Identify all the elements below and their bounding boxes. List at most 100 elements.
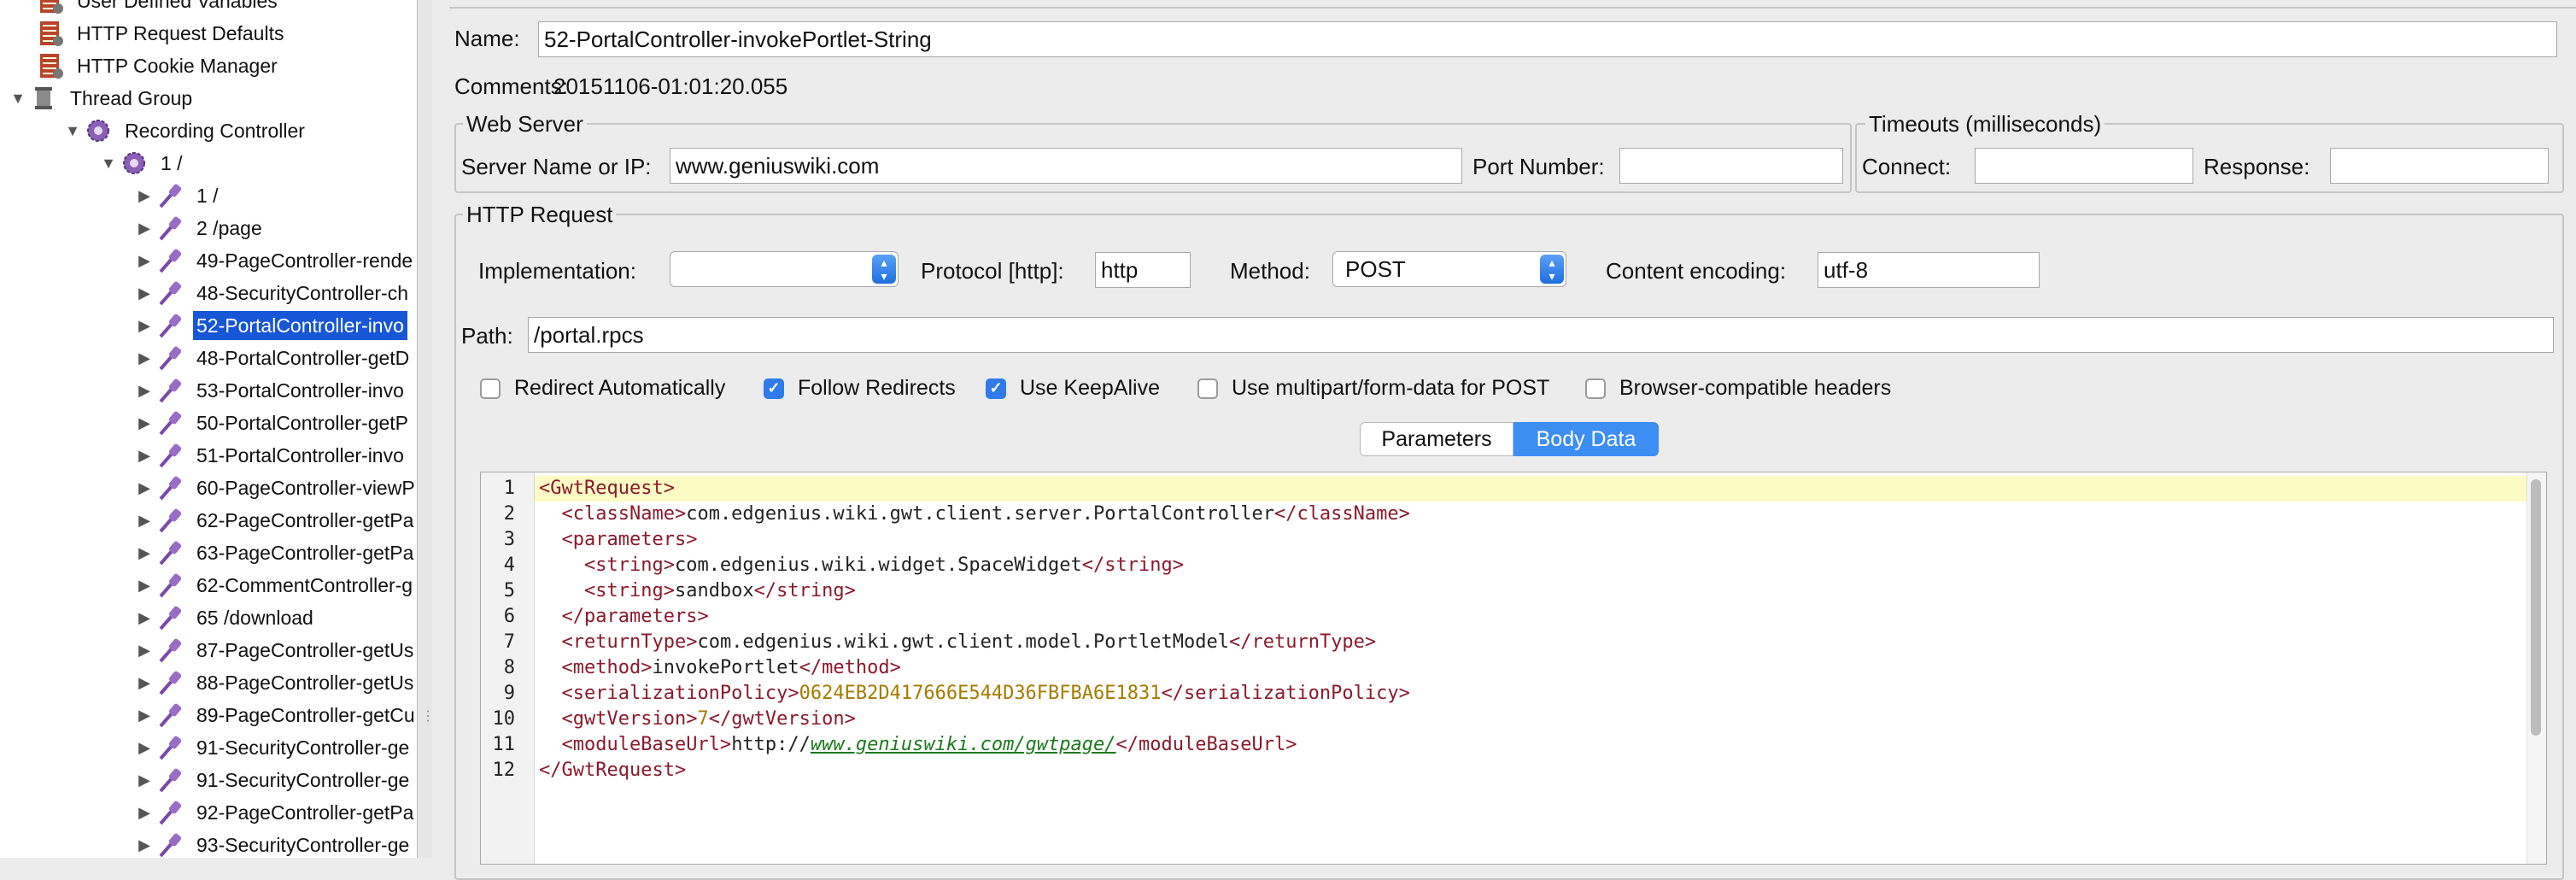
tree-item[interactable]: ▶ 52-PortalController-invo <box>133 311 407 340</box>
collapse-arrow-icon[interactable]: ▶ <box>133 798 155 827</box>
tree-item[interactable]: ▶ 63-PageController-getPa <box>133 538 417 567</box>
tab-parameters[interactable]: Parameters <box>1360 422 1513 456</box>
collapse-arrow-icon[interactable]: ▶ <box>133 408 155 437</box>
code-line: </GwtRequest> <box>539 758 686 783</box>
tree-item[interactable]: ▶ 49-PageController-rende <box>133 246 416 275</box>
tree-item[interactable]: ▼ 1 / <box>97 149 186 178</box>
option-checkbox[interactable]: Use multipart/form-data for POST <box>1197 376 1549 401</box>
expand-arrow-icon[interactable]: ▼ <box>97 149 120 178</box>
tree-item[interactable]: ▼ Recording Controller <box>61 116 308 145</box>
collapse-arrow-icon[interactable]: ▶ <box>133 343 155 373</box>
tree-item[interactable]: HTTP Request Defaults <box>14 19 287 48</box>
tree-item[interactable]: ▶ 91-SecurityController-ge <box>133 733 413 762</box>
tree-item[interactable]: ▶ 1 / <box>133 181 222 210</box>
code-line: <string>com.edgenius.wiki.widget.SpaceWi… <box>539 553 1184 578</box>
path-field[interactable]: /portal.rpcs <box>528 317 2554 353</box>
collapse-arrow-icon[interactable]: ▶ <box>133 766 155 795</box>
implementation-select[interactable]: ▴ ▾ <box>670 251 899 287</box>
tree-item[interactable]: ▶ 60-PageController-viewP <box>133 473 417 502</box>
option-checkbox[interactable]: ✓ Use KeepAlive <box>986 376 1160 401</box>
tree-item[interactable]: HTTP Cookie Manager <box>14 51 281 80</box>
tree-item[interactable]: ▶ 48-SecurityController-ch <box>133 279 412 308</box>
collapse-arrow-icon[interactable]: ▶ <box>133 181 155 210</box>
sampler-icon <box>155 603 184 632</box>
collapse-arrow-icon[interactable]: ▶ <box>133 246 155 275</box>
expand-arrow-icon[interactable]: ▼ <box>61 116 84 145</box>
checkbox-box[interactable] <box>480 378 501 399</box>
tree-item[interactable]: ▶ 2 /page <box>133 214 266 243</box>
name-field[interactable]: 52-PortalController-invokePortlet-String <box>538 21 2557 57</box>
content-encoding-field[interactable]: utf-8 <box>1818 252 2040 288</box>
tree-item[interactable]: ▶ 62-PageController-getPa <box>133 506 417 535</box>
option-checkbox[interactable]: Browser-compatible headers <box>1585 376 1891 401</box>
option-checkbox[interactable]: ✓ Follow Redirects <box>764 376 956 401</box>
xml-tag: <serializationPolicy> <box>561 683 799 704</box>
port-number-field[interactable] <box>1619 148 1843 184</box>
tree-item[interactable]: ▶ 93-SecurityController-ge <box>133 830 413 858</box>
tree-item[interactable]: ▶ 53-PortalController-invo <box>133 376 407 405</box>
scrollbar-thumb[interactable] <box>2531 479 2541 736</box>
expand-arrow-icon[interactable]: ▼ <box>7 84 29 113</box>
tree-item[interactable]: ▶ 50-PortalController-getP <box>133 408 412 437</box>
collapse-arrow-icon[interactable]: ▶ <box>133 668 155 697</box>
collapse-arrow-icon[interactable]: ▶ <box>133 701 155 730</box>
collapse-arrow-icon[interactable]: ▶ <box>133 441 155 470</box>
collapse-arrow-icon[interactable]: ▶ <box>133 279 155 308</box>
config-element-icon <box>36 0 65 15</box>
code-line: <className>com.edgenius.wiki.gwt.client.… <box>539 502 1410 527</box>
tree-item[interactable]: ▶ 92-PageController-getPa <box>133 798 417 827</box>
protocol-field[interactable]: http <box>1095 252 1191 288</box>
connect-label: Connect: <box>1862 154 1952 179</box>
collapse-arrow-icon[interactable]: ▶ <box>133 636 155 665</box>
collapse-arrow-icon[interactable]: ▶ <box>133 473 155 502</box>
tree-item[interactable]: ▶ 48-PortalController-getD <box>133 343 413 373</box>
collapse-arrow-icon[interactable]: ▶ <box>133 311 155 340</box>
option-label: Follow Redirects <box>798 376 956 400</box>
xml-tag: <GwtRequest> <box>539 478 675 499</box>
tab-body-data[interactable]: Body Data <box>1513 422 1659 456</box>
collapse-arrow-icon[interactable]: ▶ <box>133 830 155 858</box>
sampler-icon <box>155 701 184 730</box>
collapse-arrow-icon[interactable]: ▶ <box>133 214 155 243</box>
splitter-handle[interactable]: ⋮ <box>417 0 435 858</box>
line-number-gutter: 1 2 3 4 5 6 7 8 9 10 11 12 <box>481 472 535 864</box>
tree-item[interactable]: ▶ 89-PageController-getCu <box>133 701 417 730</box>
tree-item-label: 52-PortalController-invo <box>193 311 407 340</box>
checkmark-icon[interactable]: ✓ <box>764 378 784 399</box>
line-number: 8 <box>503 657 515 678</box>
tree-item-label: Recording Controller <box>125 120 305 142</box>
code-line: <string>sandbox</string> <box>539 578 856 604</box>
tree-item-label: 62-CommentController-g <box>196 574 413 596</box>
collapse-arrow-icon[interactable]: ▶ <box>133 603 155 632</box>
collapse-arrow-icon[interactable]: ▶ <box>133 733 155 762</box>
server-name-field[interactable]: www.geniuswiki.com <box>670 148 1462 184</box>
body-data-editor[interactable]: 1 2 3 4 5 6 7 8 9 10 11 12 <GwtRequest> <className>… <box>480 472 2547 865</box>
xml-tag: </method> <box>799 657 901 678</box>
tree-item[interactable]: User Defined Variables <box>14 0 281 15</box>
vertical-scrollbar[interactable] <box>2526 472 2546 864</box>
sampler-icon <box>155 441 184 470</box>
tree-item-label: 2 /page <box>196 217 262 239</box>
checkbox-box[interactable] <box>1197 378 1218 399</box>
tree-item[interactable]: ▶ 65 /download <box>133 603 317 632</box>
tree-item[interactable]: ▶ 87-PageController-getUs <box>133 636 417 665</box>
response-field[interactable] <box>2330 148 2549 184</box>
method-select[interactable]: POST ▴ ▾ <box>1332 251 1566 287</box>
comments-field[interactable]: 20151106-01:01:20.055 <box>553 73 787 100</box>
checkbox-box[interactable] <box>1585 378 1606 399</box>
checkmark-icon[interactable]: ✓ <box>986 378 1006 399</box>
url-link[interactable]: www.geniuswiki.com/gwtpage/ <box>811 734 1116 755</box>
tree-item[interactable]: ▶ 62-CommentController-g <box>133 571 416 600</box>
sampler-icon <box>155 181 184 210</box>
collapse-arrow-icon[interactable]: ▶ <box>133 506 155 535</box>
test-plan-tree[interactable]: User Defined Variables HTTP Request Defau… <box>0 0 417 858</box>
collapse-arrow-icon[interactable]: ▶ <box>133 538 155 567</box>
tree-item[interactable]: ▶ 51-PortalController-invo <box>133 441 407 470</box>
tree-item[interactable]: ▶ 91-SecurityController-ge <box>133 766 413 795</box>
option-checkbox[interactable]: Redirect Automatically <box>480 376 725 401</box>
connect-field[interactable] <box>1975 148 2193 184</box>
collapse-arrow-icon[interactable]: ▶ <box>133 376 155 405</box>
tree-item[interactable]: ▶ 88-PageController-getUs <box>133 668 417 697</box>
collapse-arrow-icon[interactable]: ▶ <box>133 571 155 600</box>
tree-item[interactable]: ▼ Thread Group <box>7 84 196 113</box>
